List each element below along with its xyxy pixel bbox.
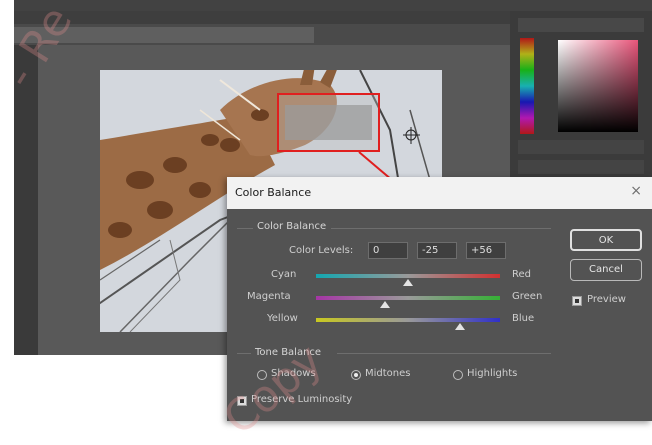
preview-label: Preview [587,294,626,305]
dialog-title-bar[interactable]: Color Balance × [227,177,652,209]
preview-checkbox[interactable] [572,296,582,306]
level-field-yellow-blue[interactable]: +56 [466,242,506,259]
dialog-title: Color Balance [235,186,312,199]
preserve-luminosity-label: Preserve Luminosity [251,394,353,405]
midtones-radio[interactable] [351,370,361,380]
cancel-button[interactable]: Cancel [570,259,642,281]
cyan-red-slider-thumb[interactable] [403,279,413,286]
close-icon[interactable]: × [630,183,642,199]
level-field-magenta-green[interactable]: -25 [417,242,457,259]
shadows-radio[interactable] [257,370,267,380]
slider-label-yellow: Yellow [267,313,298,324]
group-border [337,353,551,354]
color-levels-label: Color Levels: [289,245,354,256]
color-balance-dialog: Color Balance × Color Balance Color Leve… [227,177,652,421]
slider-label-magenta: Magenta [247,291,291,302]
group-border [237,228,253,229]
preserve-luminosity-checkbox[interactable] [237,396,247,406]
tone-balance-group-label: Tone Balance [255,347,322,358]
slider-label-blue: Blue [512,313,535,324]
highlights-radio[interactable] [453,370,463,380]
yellow-blue-slider-thumb[interactable] [454,323,465,330]
magenta-green-slider-thumb[interactable] [380,301,390,308]
magenta-green-slider[interactable] [316,296,500,300]
slider-label-green: Green [512,291,543,302]
slider-label-cyan: Cyan [271,269,297,280]
cyan-red-slider[interactable] [316,274,500,278]
group-border [237,353,251,354]
level-field-cyan-red[interactable]: 0 [368,242,408,259]
shadows-label: Shadows [271,368,316,379]
midtones-label: Midtones [365,368,411,379]
slider-label-red: Red [512,269,531,280]
group-border [331,228,551,229]
yellow-blue-slider[interactable] [316,318,500,322]
color-balance-group-label: Color Balance [257,221,327,232]
highlights-label: Highlights [467,368,518,379]
ok-button[interactable]: OK [570,229,642,251]
